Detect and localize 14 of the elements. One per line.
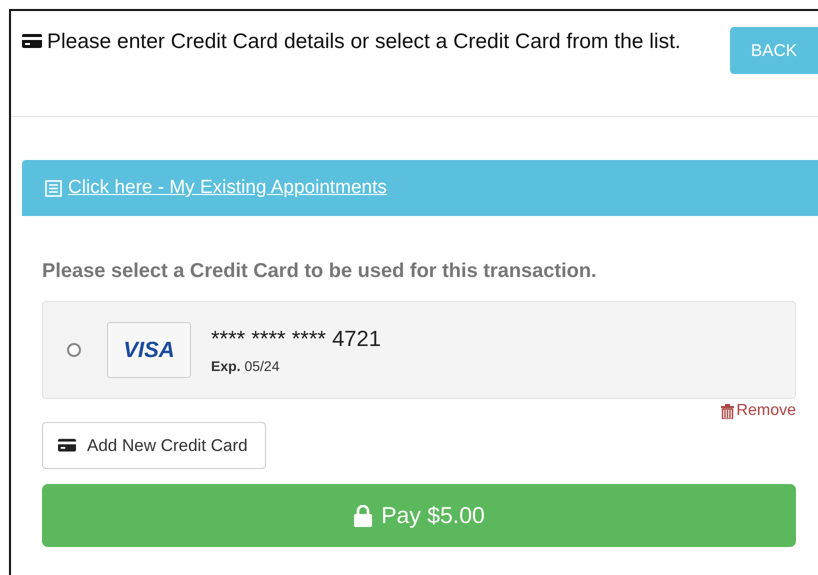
credit-card-icon xyxy=(22,33,42,49)
trash-icon xyxy=(721,404,734,418)
remove-link[interactable]: Remove xyxy=(721,402,796,420)
card-radio[interactable] xyxy=(67,343,81,357)
card-expiry: Exp. 05/24 xyxy=(211,358,281,374)
add-card-button[interactable]: Add New Credit Card xyxy=(42,422,266,469)
select-heading: Please select a Credit Card to be used for this transaction. xyxy=(42,260,598,283)
instruction-text: Please enter Credit Card details or select a Credit Card from the list. xyxy=(22,25,702,59)
saved-card[interactable]: VISA **** **** **** 4721 Exp. 05/24 xyxy=(42,301,796,399)
card-brand-logo: VISA xyxy=(107,322,191,378)
credit-card-icon xyxy=(58,438,76,453)
card-number: **** **** **** 4721 xyxy=(211,326,382,352)
lock-icon xyxy=(353,504,374,526)
list-icon xyxy=(45,180,62,196)
